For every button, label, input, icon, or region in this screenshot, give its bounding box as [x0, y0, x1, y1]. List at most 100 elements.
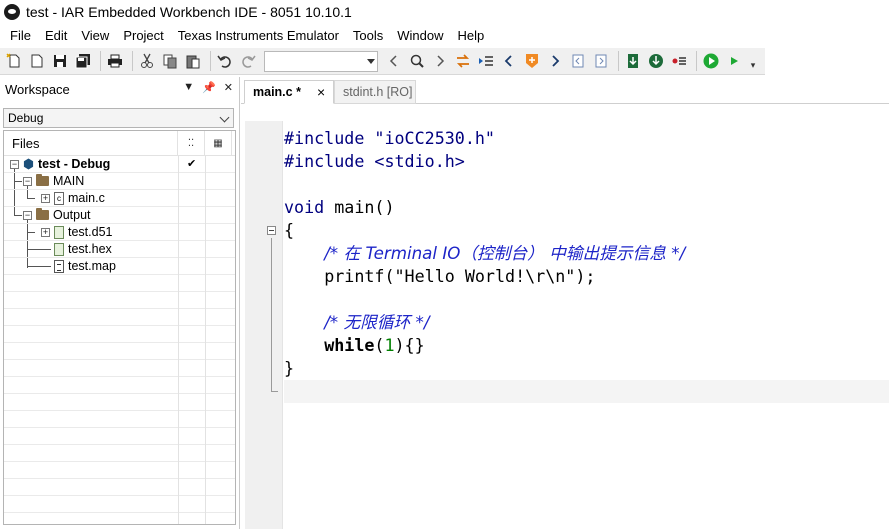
- close-icon[interactable]: ×: [317, 81, 325, 103]
- code-line: void main(): [284, 197, 395, 217]
- print-icon[interactable]: [105, 51, 125, 71]
- column-divider: [178, 207, 179, 224]
- menu-tools[interactable]: Tools: [346, 25, 390, 47]
- editor-tab-bar: main.c * × stdint.h [RO]: [241, 77, 889, 104]
- tree-empty-row: [4, 479, 235, 496]
- code-line: /* 在 Terminal IO（控制台） 中输出提示信息 */: [324, 243, 686, 263]
- save-icon[interactable]: [50, 51, 70, 71]
- tab-main-c[interactable]: main.c * ×: [244, 80, 334, 104]
- redo-icon[interactable]: [238, 51, 258, 71]
- prev-bookmark-icon[interactable]: [499, 51, 519, 71]
- current-line-highlight: [284, 380, 889, 403]
- menu-ti-emulator[interactable]: Texas Instruments Emulator: [171, 25, 346, 47]
- toolbar-separator: [618, 51, 619, 71]
- tab-stdint-h[interactable]: stdint.h [RO]: [334, 80, 416, 104]
- column-divider: [178, 190, 179, 207]
- code-line: #include "ioCC2530.h": [284, 128, 495, 148]
- tree-empty-row: [4, 428, 235, 445]
- toolbar-separator: [132, 51, 133, 71]
- column-divider: [178, 241, 179, 258]
- replace-icon[interactable]: [453, 51, 473, 71]
- toolbar-empty-area: [765, 48, 889, 75]
- search-combo[interactable]: [264, 50, 378, 72]
- find-icon[interactable]: [407, 51, 427, 71]
- open-folder-icon[interactable]: [27, 51, 47, 71]
- tree-item-test-map[interactable]: test.map: [4, 258, 235, 275]
- toolbar-overflow-icon[interactable]: ▾: [749, 51, 757, 71]
- editor-gutter[interactable]: [245, 121, 283, 529]
- paste-icon[interactable]: [183, 51, 203, 71]
- workspace-header: Workspace ▼ 📌 ✕: [0, 77, 239, 101]
- save-all-icon[interactable]: [73, 51, 93, 71]
- menu-edit[interactable]: Edit: [38, 25, 74, 47]
- expand-icon[interactable]: +: [41, 227, 50, 237]
- options-column-icon[interactable]: ▦: [205, 131, 232, 155]
- tree-item-test-hex[interactable]: test.hex: [4, 241, 235, 258]
- chevron-down-icon: [367, 58, 375, 64]
- next-marker-icon[interactable]: [591, 51, 611, 71]
- prev-marker-icon[interactable]: [568, 51, 588, 71]
- tree-item-folder-output[interactable]: − Output: [4, 207, 235, 224]
- tree-item-label: MAIN: [53, 174, 85, 188]
- column-divider: [178, 258, 179, 275]
- pin-icon[interactable]: 📌: [202, 81, 216, 94]
- expand-icon[interactable]: +: [41, 193, 50, 203]
- column-divider: [205, 190, 206, 207]
- folder-icon: [36, 208, 49, 220]
- copy-icon[interactable]: [160, 51, 180, 71]
- bookmark-icon[interactable]: [522, 51, 542, 71]
- code-line: #include <stdio.h>: [284, 151, 465, 171]
- fold-toggle-icon[interactable]: [267, 226, 276, 235]
- workspace-title: Workspace: [5, 81, 70, 97]
- configuration-select[interactable]: Debug: [3, 108, 234, 128]
- menu-window[interactable]: Window: [390, 25, 450, 47]
- next-bookmark-icon[interactable]: [545, 51, 565, 71]
- column-divider: [205, 258, 206, 275]
- cut-icon[interactable]: [137, 51, 157, 71]
- download-icon[interactable]: [623, 51, 643, 71]
- breakpoint-icon[interactable]: [669, 51, 689, 71]
- code-editor[interactable]: #include "ioCC2530.h" #include <stdio.h>…: [245, 105, 889, 529]
- code-text[interactable]: #include "ioCC2530.h" #include <stdio.h>…: [284, 127, 685, 380]
- code-line: }: [284, 358, 295, 378]
- fold-line: [271, 238, 272, 392]
- toolbar-separator: [696, 51, 697, 71]
- collapse-icon[interactable]: −: [23, 210, 32, 220]
- column-divider: [205, 207, 206, 224]
- tree-empty-row: [4, 326, 235, 343]
- close-icon[interactable]: ✕: [224, 81, 233, 94]
- tree-item-folder-main[interactable]: − MAIN: [4, 173, 235, 190]
- tree-item-project[interactable]: − test - Debug ✔: [4, 156, 235, 173]
- menu-help[interactable]: Help: [451, 25, 492, 47]
- nav-forward-icon[interactable]: [430, 51, 450, 71]
- column-divider: [205, 241, 206, 258]
- undo-icon[interactable]: [215, 51, 235, 71]
- nav-back-icon[interactable]: [384, 51, 404, 71]
- window-title: test - IAR Embedded Workbench IDE - 8051…: [26, 3, 352, 20]
- tree-empty-row: [4, 496, 235, 513]
- download-debug-icon[interactable]: [646, 51, 666, 71]
- column-divider: [178, 156, 179, 173]
- title-bar: test - IAR Embedded Workbench IDE - 8051…: [0, 0, 889, 23]
- files-column-header[interactable]: Files: [4, 131, 178, 155]
- collapse-icon[interactable]: −: [23, 176, 32, 186]
- panel-menu-icon[interactable]: ▼: [183, 81, 194, 94]
- collapse-icon[interactable]: −: [10, 159, 19, 169]
- go-to-icon[interactable]: [476, 51, 496, 71]
- debug-icon[interactable]: [701, 51, 721, 71]
- tree-empty-row: [4, 394, 235, 411]
- fold-end: [271, 391, 278, 392]
- run-icon[interactable]: [724, 51, 744, 71]
- tree-item-main-c[interactable]: + c main.c: [4, 190, 235, 207]
- code-line: {: [284, 220, 295, 240]
- rebuild-column-icon[interactable]: ⁚⁚: [178, 131, 205, 155]
- tree-item-test-d51[interactable]: + test.d51: [4, 224, 235, 241]
- menu-project[interactable]: Project: [116, 25, 170, 47]
- menu-bar: File Edit View Project Texas Instruments…: [0, 25, 889, 47]
- menu-file[interactable]: File: [3, 25, 38, 47]
- toolbar-separator: [210, 51, 211, 71]
- tree-empty-row: [4, 292, 235, 309]
- menu-view[interactable]: View: [74, 25, 116, 47]
- new-file-icon[interactable]: [4, 51, 24, 71]
